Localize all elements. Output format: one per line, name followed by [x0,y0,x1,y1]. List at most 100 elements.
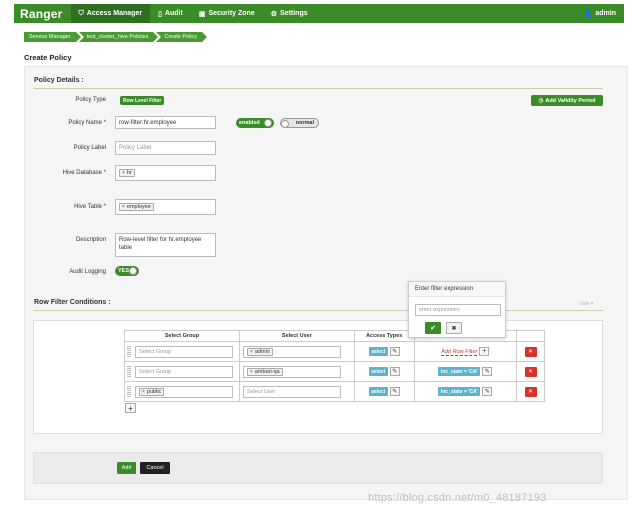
filter-expression-popover: Enter filter expression enter expression… [408,281,506,338]
add-button[interactable]: Add [117,462,136,474]
cancel-button[interactable]: Cancel [140,462,170,474]
breadcrumb-policies[interactable]: test_cluster_hive Policies [78,32,159,42]
row-filter-expression-tag: loc_state = 'CA' [438,387,481,397]
delete-row-button[interactable]: × [524,386,537,397]
description-label: Description [75,237,106,243]
breadcrumb: Service Manager test_cluster_hive Polici… [24,32,207,42]
filter-expression-input[interactable]: enter expression [415,304,501,316]
access-type-tag: select [368,387,388,397]
remove-chip-icon[interactable]: × [250,349,253,355]
policy-name-label: Policy Name * [68,120,106,126]
nav-audit[interactable]: ▯ Audit [150,4,191,23]
plus-icon[interactable]: + [479,347,490,356]
top-navbar: Ranger ⛉ Access Manager ▯ Audit ▣ Securi… [14,4,624,23]
audit-logging-label: Audit Logging [69,269,106,275]
cancel-expression-button[interactable]: ✖ [446,322,462,334]
hive-table-value: employee [126,204,151,210]
nav-settings[interactable]: ⚙ Settings [263,4,316,23]
hive-database-value: hr [126,170,132,176]
hive-database-label: Hive Database * [62,170,106,176]
nav-security-zone-label: Security Zone [208,10,255,17]
select-user-input[interactable]: × ambari-qa [242,365,341,378]
nav-audit-label: Audit [164,10,183,17]
group-chip-value: public [146,388,162,395]
enabled-toggle-label: enabled [239,120,260,126]
clock-icon: ◷ [538,97,544,104]
action-cell: × [516,361,545,382]
col-access-types: Access Types [353,330,415,342]
breadcrumb-service-manager[interactable]: Service Manager [24,32,81,42]
breadcrumb-create-policy: Create Policy [156,32,207,42]
table-row: × public Select User select ✎ loc_state = … [124,381,545,402]
drag-handle-icon[interactable] [127,346,131,358]
select-group-input[interactable]: Select Group [135,365,233,378]
user-chip-value: admin [254,348,270,355]
filter-cell: loc_state = 'CA' ✎ [413,361,518,382]
drag-handle-icon[interactable] [127,386,131,398]
shield-icon: ⛉ [78,9,84,17]
edit-pencil-icon[interactable]: ✎ [482,386,493,396]
hive-database-input[interactable]: × hr [115,165,216,181]
watermark: https://blog.csdn.net/m0_48187193 [368,492,547,504]
checkmark-icon: ✔ [430,325,436,332]
edit-pencil-icon[interactable]: ✎ [389,366,400,376]
description-textarea[interactable]: Row-level filter for hr.employee table [115,233,216,257]
remove-chip-icon[interactable]: × [122,204,125,210]
add-validity-period-label: Add Validity Period [545,97,596,104]
add-row-filter-link[interactable]: Add Row Filter [441,349,478,356]
select-group-input[interactable]: × public [135,385,233,398]
policy-name-input[interactable]: row-filter:hr.employee [115,116,216,129]
hive-table-chip: × employee [119,203,154,211]
user-chip-value: ambari-qa [254,368,280,375]
add-validity-period-button[interactable]: ◷ Add Validity Period [531,95,603,106]
select-user-input[interactable]: Select User [242,385,341,398]
audit-logging-toggle[interactable]: YES [115,266,139,276]
edit-pencil-icon[interactable]: ✎ [389,346,400,356]
access-cell: select ✎ [353,341,415,362]
section-divider [34,88,603,89]
brand-logo[interactable]: Ranger [14,7,71,21]
section-divider [34,310,603,311]
action-cell: × [516,341,545,362]
drag-handle-icon[interactable] [127,366,131,378]
edit-pencil-icon[interactable]: ✎ [389,386,400,396]
normal-override-toggle[interactable]: normal [280,118,319,128]
delete-row-button[interactable]: × [524,346,537,357]
users-icon: 👤 [583,10,593,18]
user-menu[interactable]: 👤 admin [584,10,624,18]
enabled-toggle[interactable]: enabled [236,118,274,128]
col-actions [516,330,545,342]
hive-table-input[interactable]: × employee [115,199,216,215]
filter-cell: loc_state = 'CA' ✎ [413,381,518,402]
row-filter-table: Select Group Select User Access Types Se… [124,330,545,402]
remove-chip-icon[interactable]: × [122,170,125,176]
hive-database-chip: × hr [119,169,135,177]
access-type-tag: select [368,347,388,357]
normal-toggle-label: normal [295,120,314,126]
policy-label-label: Policy Label [73,145,106,151]
toggle-knob [264,119,272,127]
nav-security-zone[interactable]: ▣ Security Zone [191,4,263,23]
add-condition-button[interactable]: + [125,403,136,413]
row-filter-title: Row Filter Conditions : [34,299,111,306]
select-user-input[interactable]: × admin [242,345,341,358]
edit-pencil-icon[interactable]: ✎ [482,366,493,376]
remove-chip-icon[interactable]: × [250,369,253,375]
nav-access-manager[interactable]: ⛉ Access Manager [70,4,151,23]
lock-box-icon: ▣ [198,10,206,18]
delete-row-button[interactable]: × [524,366,537,377]
policy-label-input[interactable]: Policy Label [115,141,216,155]
confirm-expression-button[interactable]: ✔ [425,322,441,334]
popover-title: Enter filter expression [409,282,505,297]
nav-access-manager-label: Access Manager [86,10,143,17]
remove-chip-icon[interactable]: × [142,389,145,395]
group-chip: × public [139,387,165,396]
policy-details-title: Policy Details : [34,77,84,84]
col-select-group: Select Group [124,330,240,342]
user-chip: × admin [246,347,273,356]
hide-link[interactable]: hide ▾ [580,301,593,307]
policy-type-badge: Row Level Filter [120,96,165,105]
select-group-input[interactable]: Select Group [135,345,233,358]
table-row: Select Group × admin select ✎ Add Row Filt… [124,341,545,362]
group-cell: Select Group [124,361,240,382]
